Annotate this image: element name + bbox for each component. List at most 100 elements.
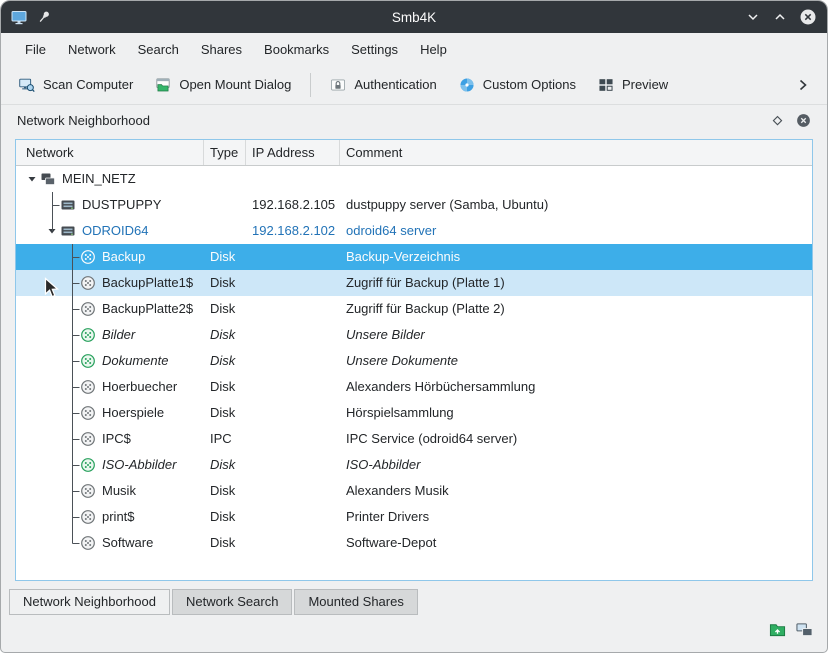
expander-icon[interactable] (24, 173, 40, 185)
mounted-share-status-icon[interactable] (769, 621, 786, 638)
custom-options-icon (459, 74, 475, 96)
toolbar-separator (310, 73, 311, 97)
row-name: DUSTPUPPY (82, 192, 161, 218)
row-type: Disk (204, 296, 246, 322)
row-type: Disk (204, 322, 246, 348)
share-mounted-icon (80, 327, 96, 343)
row-name: ISO-Abbilder (102, 452, 176, 478)
column-header-network[interactable]: Network (16, 140, 204, 165)
tab-network-neighborhood[interactable]: Network Neighborhood (9, 589, 170, 615)
row-ip (246, 426, 340, 452)
share-icon (80, 379, 96, 395)
tree-body: MEIN_NETZ DUSTPUPPY 192.168.2.105 dustpu… (16, 166, 812, 580)
toolbar-button-custom-options[interactable]: Custom Options (453, 69, 582, 101)
row-comment: Unsere Bilder (340, 322, 812, 348)
menu-item-help[interactable]: Help (410, 37, 457, 62)
row-type: IPC (204, 426, 246, 452)
share-icon (80, 301, 96, 317)
tree-row-odroid64[interactable]: ODROID64 192.168.2.102 odroid64 server (16, 218, 812, 244)
share-icon (80, 431, 96, 447)
toolbar: Scan Computer Open Mount Dialog Authenti… (1, 65, 827, 105)
tree-row-bilder[interactable]: Bilder Disk Unsere Bilder (16, 322, 812, 348)
titlebar[interactable]: Smb4K (1, 1, 827, 33)
share-icon (80, 405, 96, 421)
authentication-icon (330, 74, 346, 96)
pin-icon[interactable] (36, 9, 52, 25)
network-share-status-icon[interactable] (796, 621, 813, 638)
tree-row-backupplatte2[interactable]: BackupPlatte2$ Disk Zugriff für Backup (… (16, 296, 812, 322)
row-type: Disk (204, 244, 246, 270)
toolbar-button-authentication[interactable]: Authentication (324, 69, 442, 101)
minimize-button[interactable] (745, 9, 761, 25)
row-ip (246, 452, 340, 478)
menu-item-network[interactable]: Network (58, 37, 126, 62)
tree-row-backup[interactable]: Backup Disk Backup-Verzeichnis (16, 244, 812, 270)
row-ip (246, 322, 340, 348)
row-type: Disk (204, 374, 246, 400)
row-name: MEIN_NETZ (62, 166, 136, 192)
float-dock-icon[interactable] (771, 114, 784, 127)
toolbar-overflow-button[interactable] (791, 73, 815, 97)
share-icon (80, 535, 96, 551)
row-name: Hoerspiele (102, 400, 164, 426)
toolbar-button-label: Scan Computer (43, 77, 133, 92)
menu-item-bookmarks[interactable]: Bookmarks (254, 37, 339, 62)
scan-computer-icon (19, 74, 35, 96)
row-type (204, 218, 246, 244)
menu-item-settings[interactable]: Settings (341, 37, 408, 62)
share-icon (80, 249, 96, 265)
network-tree: NetworkTypeIP AddressComment MEIN_NETZ D… (15, 139, 813, 581)
tree-row-dokumente[interactable]: Dokumente Disk Unsere Dokumente (16, 348, 812, 374)
tab-network-search[interactable]: Network Search (172, 589, 292, 615)
close-dock-icon[interactable] (796, 113, 811, 128)
tree-row-hoerbuecher[interactable]: Hoerbuecher Disk Alexanders Hörbüchersam… (16, 374, 812, 400)
tree-row-iso-abbilder[interactable]: ISO-Abbilder Disk ISO-Abbilder (16, 452, 812, 478)
tree-row-backupplatte1[interactable]: BackupPlatte1$ Disk Zugriff für Backup (… (16, 270, 812, 296)
close-button[interactable] (799, 8, 817, 26)
tree-row-software[interactable]: Software Disk Software-Depot (16, 530, 812, 556)
expander-icon[interactable] (44, 225, 60, 237)
row-comment: odroid64 server (340, 218, 812, 244)
share-icon (80, 483, 96, 499)
share-mounted-icon (80, 353, 96, 369)
dock-title: Network Neighborhood (17, 113, 150, 128)
row-type: Disk (204, 270, 246, 296)
workgroup-icon (40, 171, 56, 187)
tree-row-musik[interactable]: Musik Disk Alexanders Musik (16, 478, 812, 504)
tree-row-ipc[interactable]: IPC$ IPC IPC Service (odroid64 server) (16, 426, 812, 452)
row-comment: Software-Depot (340, 530, 812, 556)
column-header-comment[interactable]: Comment (340, 140, 812, 165)
row-type: Disk (204, 452, 246, 478)
row-type: Disk (204, 478, 246, 504)
column-header-type[interactable]: Type (204, 140, 246, 165)
tab-mounted-shares[interactable]: Mounted Shares (294, 589, 417, 615)
tree-row-dustpuppy[interactable]: DUSTPUPPY 192.168.2.105 dustpuppy server… (16, 192, 812, 218)
tree-row-print[interactable]: print$ Disk Printer Drivers (16, 504, 812, 530)
row-name: Dokumente (102, 348, 168, 374)
menubar: FileNetworkSearchSharesBookmarksSettings… (1, 33, 827, 65)
toolbar-button-preview[interactable]: Preview (592, 69, 674, 101)
row-comment: Alexanders Musik (340, 478, 812, 504)
toolbar-button-scan-computer[interactable]: Scan Computer (13, 69, 139, 101)
row-comment: Hörspielsammlung (340, 400, 812, 426)
row-ip (246, 244, 340, 270)
toolbar-button-label: Preview (622, 77, 668, 92)
row-ip (246, 374, 340, 400)
row-comment: ISO-Abbilder (340, 452, 812, 478)
tree-row-mein-netz[interactable]: MEIN_NETZ (16, 166, 812, 192)
share-mounted-icon (80, 457, 96, 473)
menu-item-file[interactable]: File (15, 37, 56, 62)
menu-item-shares[interactable]: Shares (191, 37, 252, 62)
titlebar-left (11, 9, 52, 25)
window-title: Smb4K (1, 10, 827, 25)
dock-header: Network Neighborhood (1, 105, 827, 135)
toolbar-button-open-mount-dialog[interactable]: Open Mount Dialog (149, 69, 297, 101)
maximize-button[interactable] (772, 9, 788, 25)
tree-row-hoerspiele[interactable]: Hoerspiele Disk Hörspielsammlung (16, 400, 812, 426)
column-header-ip-address[interactable]: IP Address (246, 140, 340, 165)
row-type: Disk (204, 400, 246, 426)
menu-item-search[interactable]: Search (128, 37, 189, 62)
share-icon (80, 275, 96, 291)
row-comment: Zugriff für Backup (Platte 2) (340, 296, 812, 322)
row-name: Musik (102, 478, 136, 504)
